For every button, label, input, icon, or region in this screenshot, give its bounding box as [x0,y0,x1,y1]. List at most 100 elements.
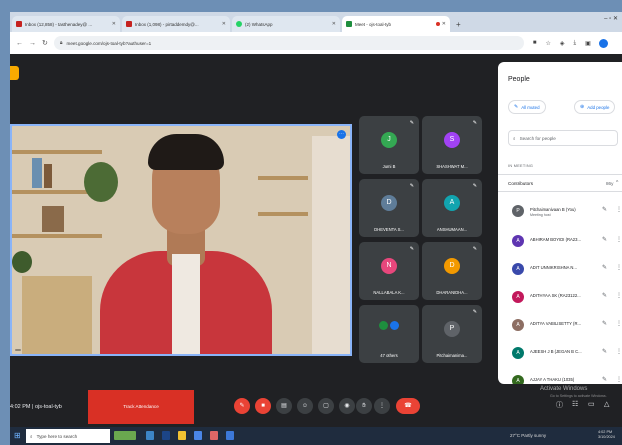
edge-icon[interactable] [162,431,170,440]
download-icon[interactable]: ⤓ [574,40,577,47]
people-list-item[interactable]: A AJEESH J B (JEGAN B C... ✎ ⋮ [498,340,622,370]
mic-off-icon: ✎ [472,120,477,126]
browser-tab-gmail-2[interactable]: Inbox (1,098) - pirtaddemdy@... ✕ [122,16,230,32]
mic-off-icon[interactable]: ✎ [602,264,607,271]
browser-tab-whatsapp[interactable]: (2) WhatsApp ✕ [232,16,340,32]
mic-off-icon: ✎ [409,246,414,252]
track-attendance-button[interactable]: Track Attendance [88,390,194,424]
activities-icon[interactable]: △ [604,400,609,408]
chat-icon[interactable]: ▭ [588,400,595,408]
mute-all-button[interactable]: ✎ All muted [508,100,546,114]
taskbar-clock[interactable]: 4:02 PM 3/10/2024 [598,430,615,440]
profile-avatar[interactable] [598,38,608,48]
browser-tab-meet[interactable]: Meet - ojs-toal-tyb ✕ [342,16,450,32]
participant-name: SHASHWAT M... [436,164,468,169]
people-list-item[interactable]: A ABHIRAM BOYIDI (RA23... ✎ ⋮ [498,228,622,258]
people-search-input[interactable]: ⌕ Search for people [508,130,618,146]
others-tile[interactable]: 47 others [359,305,419,363]
windows-start-icon[interactable]: ⊞ [14,431,21,440]
camera-off-icon[interactable]: ■ [255,398,271,414]
meet-area: ⋯ ✎ J Jumi B ✎ S SHASHWAT M... ✎ D DHEVE… [10,54,622,427]
people-list-item[interactable]: A AJJAY A THAKU (1035) ✎ ⋮ [498,368,622,384]
more-options-icon[interactable]: ⋯ [337,130,346,139]
present-icon[interactable]: ▢ [318,398,334,414]
record-icon[interactable]: ◉ [339,398,355,414]
raise-hand-icon[interactable]: ✋︎ [356,398,372,414]
close-icon[interactable]: ✕ [442,21,446,27]
mic-off-icon[interactable]: ✎ [602,236,607,243]
mic-off-icon: ✎ [472,246,477,252]
window-controls[interactable]: – ▫ ✕ [604,15,618,22]
app-icon[interactable] [226,431,234,440]
contributors-count: 86y [606,180,614,186]
avatar: A [512,291,524,303]
shelf [12,234,102,238]
mic-off-icon[interactable]: ✎ [602,206,607,213]
emoji-icon[interactable]: ☺ [297,398,313,414]
more-vert-icon[interactable]: ⋮ [616,320,622,327]
browser-tab-gmail-1[interactable]: Inbox (12,858) - tasthenadey@ ... ✕ [12,16,120,32]
back-icon[interactable]: ← [16,40,23,47]
participant-tile[interactable]: ✎ P Pitchaimanima... [422,305,482,363]
more-vert-icon[interactable]: ⋮ [616,348,622,355]
forward-icon[interactable]: → [29,40,36,47]
person-hair [148,134,224,170]
mic-off-icon[interactable]: ✎ [234,398,250,414]
reload-icon[interactable]: ↻ [42,39,48,47]
extensions-icon[interactable]: ◈ [560,40,565,47]
close-icon[interactable]: ✕ [332,21,336,27]
participant-tile[interactable]: ✎ D DHARANIDHA... [422,242,482,300]
meet-icon [346,21,352,27]
people-list-item[interactable]: P Pitchaimanivaan B (You) Meeting host ✎… [498,198,622,228]
mic-off-icon[interactable]: ✎ [602,320,607,327]
add-people-button[interactable]: ⊕ Add people [574,100,616,114]
people-list-item[interactable]: A ADITYA VABILISETTY (R... ✎ ⋮ [498,312,622,342]
chrome-icon[interactable] [210,431,218,440]
store-icon[interactable] [194,431,202,440]
participant-tile[interactable]: ✎ A ANSHUMAAN... [422,179,482,237]
widget-icon[interactable] [114,431,136,440]
taskbar-search-input[interactable]: ⌕ Type here to search [26,429,110,443]
participant-tile[interactable]: ✎ N NALLABALA K... [359,242,419,300]
info-icon[interactable]: ⓘ [556,400,563,410]
main-video-tile[interactable]: ⋯ [10,124,352,356]
url-input[interactable]: 🔒︎ meet.google.com/ojs-toal-tyb?authuser… [53,36,524,50]
more-options-icon[interactable]: ⋮ [374,398,390,414]
companion-indicator [10,66,19,80]
mic-off-icon[interactable]: ✎ [602,376,607,383]
person-shirt [172,254,200,354]
close-icon[interactable]: ✕ [112,21,116,27]
new-tab-button[interactable]: + [456,20,461,29]
more-vert-icon[interactable]: ⋮ [616,206,622,213]
contributors-header[interactable]: Contributors 86y ^ [498,174,622,192]
participant-role: Meeting host [530,213,551,217]
participant-tile[interactable]: ✎ J Jumi B [359,116,419,174]
mic-off-icon: ✎ [409,183,414,189]
participant-tile[interactable]: ✎ D DHEVENTA S... [359,179,419,237]
add-people-label: Add people [587,104,610,110]
sidepanel-icon[interactable]: ▣ [585,40,591,47]
mic-off-icon[interactable]: ✎ [602,348,607,355]
close-icon[interactable]: ✕ [222,21,226,27]
avatar: J [381,132,397,148]
people-panel: People ✎ All muted ⊕ Add people ⌕ Search… [498,62,622,384]
weather-tray[interactable]: 27°C Partly sunny [510,433,546,438]
people-icon[interactable]: ☷ [572,400,578,408]
task-view-icon[interactable] [146,431,154,440]
file-explorer-icon[interactable] [178,431,186,440]
bookmark-star-icon[interactable]: ☆ [546,40,551,47]
more-vert-icon[interactable]: ⋮ [616,292,622,299]
participant-tile[interactable]: ✎ S SHASHWAT M... [422,116,482,174]
mic-off-icon[interactable]: ✎ [602,292,607,299]
people-list-item[interactable]: A ADIT UNNIKRISHNA N... ✎ ⋮ [498,256,622,286]
taskbar-date: 3/10/2024 [598,435,615,439]
leave-call-button[interactable]: ☎︎ [396,398,420,414]
people-list-item[interactable]: A ADITHYAA SK (RA23122... ✎ ⋮ [498,284,622,314]
address-bar: ← → ↻ 🔒︎ meet.google.com/ojs-toal-tyb?au… [10,32,622,54]
more-vert-icon[interactable]: ⋮ [616,236,622,243]
more-vert-icon[interactable]: ⋮ [616,264,622,271]
gmail-icon [126,21,132,27]
captions-icon[interactable]: ▤ [276,398,292,414]
camera-indicator-icon[interactable]: ■ [533,40,537,46]
more-vert-icon[interactable]: ⋮ [616,376,622,383]
